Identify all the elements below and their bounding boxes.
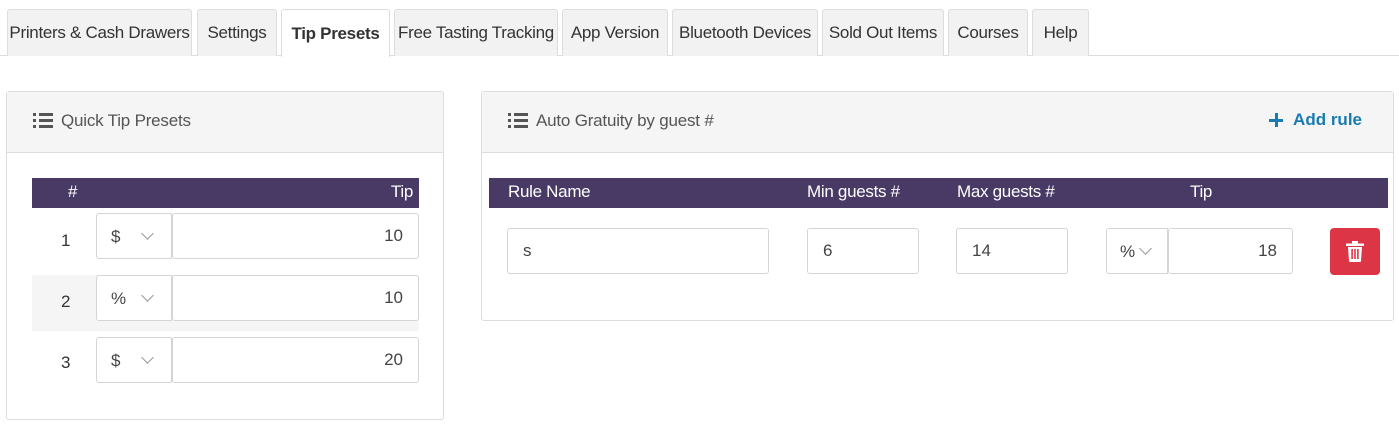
column-header-tip: Tip <box>390 182 413 201</box>
auto-gratuity-header: Auto Gratuity by guest # Add rule <box>482 92 1393 153</box>
tab-printers-cash-drawers[interactable]: Printers & Cash Drawers <box>7 9 192 56</box>
min-guests-input[interactable] <box>807 228 919 274</box>
tab-bar: Printers & Cash Drawers Settings Tip Pre… <box>0 0 1399 57</box>
tip-type-value: % <box>1120 242 1136 261</box>
panel-title: Auto Gratuity by guest # <box>536 111 714 130</box>
auto-gratuity-panel: Auto Gratuity by guest # Add rule Rule N… <box>481 91 1394 321</box>
tab-help[interactable]: Help <box>1032 9 1089 56</box>
tab-free-tasting-tracking[interactable]: Free Tasting Tracking <box>394 9 558 56</box>
quick-tip-presets-panel: Quick Tip Presets # Tip 1 $ 2 % 3 $ <box>6 91 444 420</box>
tip-value-input[interactable] <box>172 213 419 259</box>
tab-sold-out-items[interactable]: Sold Out Items <box>822 9 944 56</box>
column-header-rule-name: Rule Name <box>508 182 591 201</box>
row-number: 3 <box>61 353 71 372</box>
list-icon <box>508 113 528 129</box>
tip-value-input[interactable] <box>172 275 419 321</box>
tab-courses[interactable]: Courses <box>948 9 1028 56</box>
tip-type-select[interactable]: $ <box>96 337 172 383</box>
plus-icon <box>1269 113 1284 127</box>
tip-type-value: % <box>111 289 127 308</box>
chevron-down-icon <box>1139 242 1152 255</box>
tab-tip-presets[interactable]: Tip Presets <box>281 9 390 57</box>
trash-icon <box>1346 241 1364 262</box>
tab-settings[interactable]: Settings <box>197 9 277 56</box>
column-header-num: # <box>68 182 78 201</box>
add-rule-label: Add rule <box>1293 110 1362 129</box>
quick-tip-presets-header: Quick Tip Presets <box>7 92 443 153</box>
row-number: 2 <box>61 292 71 311</box>
tip-value-input[interactable] <box>172 337 419 383</box>
list-icon <box>33 113 53 129</box>
column-header-min-guests: Min guests # <box>807 182 900 201</box>
tip-type-value: $ <box>111 351 121 370</box>
quick-tips-table-header: # Tip <box>32 178 419 208</box>
tip-value-input[interactable] <box>1168 228 1293 274</box>
auto-gratuity-table-header: Rule Name Min guests # Max guests # Tip <box>489 178 1388 208</box>
tip-type-value: $ <box>111 227 121 246</box>
tip-type-select[interactable]: % <box>1106 228 1168 274</box>
tab-app-version[interactable]: App Version <box>562 9 668 56</box>
add-rule-button[interactable]: Add rule <box>1269 110 1362 130</box>
chevron-down-icon <box>141 289 154 302</box>
panel-title: Quick Tip Presets <box>61 111 191 130</box>
table-row: 2 % <box>32 275 419 331</box>
max-guests-input[interactable] <box>956 228 1068 274</box>
tip-type-select[interactable]: $ <box>96 213 172 259</box>
column-header-max-guests: Max guests # <box>957 182 1055 201</box>
tip-type-select[interactable]: % <box>96 275 172 321</box>
column-header-tip: Tip <box>1190 182 1213 201</box>
rule-name-input[interactable] <box>507 228 769 274</box>
tab-bluetooth-devices[interactable]: Bluetooth Devices <box>672 9 818 56</box>
chevron-down-icon <box>141 351 154 364</box>
chevron-down-icon <box>141 227 154 240</box>
row-number: 1 <box>61 231 71 250</box>
delete-rule-button[interactable] <box>1330 228 1380 275</box>
